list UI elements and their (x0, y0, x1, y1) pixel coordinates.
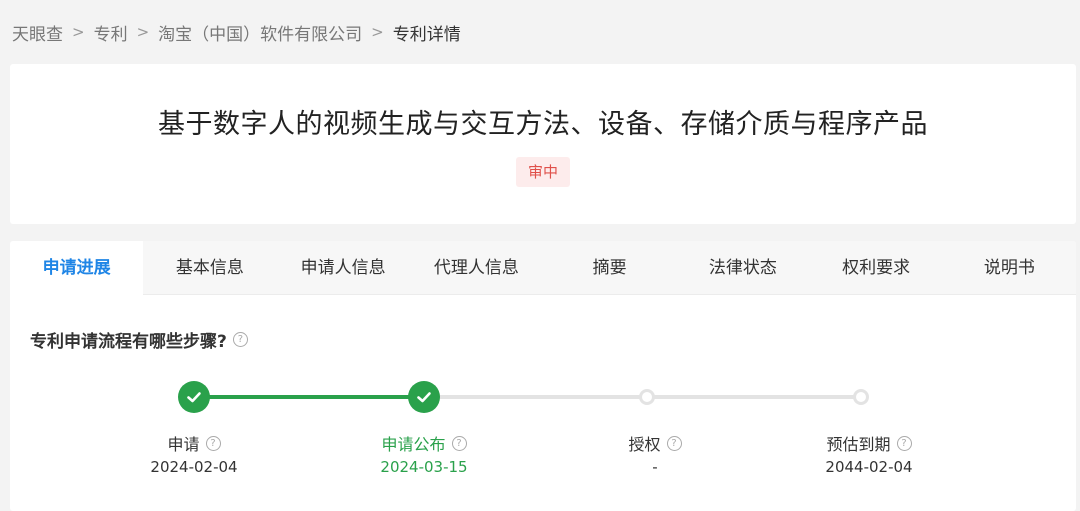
tab-claims[interactable]: 权利要求 (810, 241, 943, 295)
tab-abstract[interactable]: 摘要 (543, 241, 676, 295)
step-label-publish: 申请公布 ? (344, 431, 504, 455)
progress-track-done (194, 395, 426, 399)
step-node-expiry (853, 389, 869, 405)
tab-applicant-info[interactable]: 申请人信息 (277, 241, 410, 295)
tab-basic-info[interactable]: 基本信息 (143, 241, 276, 295)
help-icon[interactable]: ? (896, 435, 912, 451)
tab-bar: 申请进展 基本信息 申请人信息 代理人信息 摘要 法律状态 权利要求 说明书 (10, 241, 1076, 295)
breadcrumb: 天眼查 > 专利 > 淘宝（中国）软件有限公司 > 专利详情 (0, 0, 1080, 64)
step-label-text: 申请 (167, 435, 200, 454)
breadcrumb-item-tianyancha[interactable]: 天眼查 (12, 20, 63, 45)
patent-detail-card: 申请进展 基本信息 申请人信息 代理人信息 摘要 法律状态 权利要求 说明书 专… (10, 241, 1076, 511)
chevron-right-icon: > (72, 23, 85, 41)
step-date-publish: 2024-03-15 (380, 458, 468, 476)
step-node-grant (639, 389, 655, 405)
chevron-right-icon: > (371, 23, 384, 41)
step-label-text: 申请公布 (381, 435, 446, 454)
tab-legal-status[interactable]: 法律状态 (676, 241, 809, 295)
step-label-text: 预估到期 (826, 435, 891, 454)
check-icon (187, 392, 201, 403)
help-icon[interactable]: ? (205, 435, 221, 451)
help-icon[interactable]: ? (232, 332, 248, 347)
step-date-apply: 2024-02-04 (150, 458, 238, 476)
help-icon[interactable]: ? (666, 435, 682, 451)
step-label-text: 授权 (628, 435, 661, 454)
status-badge: 审中 (516, 157, 570, 187)
step-date-expiry: 2044-02-04 (825, 458, 913, 476)
step-node-publish (408, 381, 440, 413)
progress-heading-text: 专利申请流程有哪些步骤? (30, 332, 227, 352)
tab-description[interactable]: 说明书 (943, 241, 1076, 295)
breadcrumb-item-current: 专利详情 (392, 24, 461, 45)
step-label-grant: 授权 ? (575, 431, 735, 455)
breadcrumb-item-patent[interactable]: 专利 (94, 20, 128, 45)
help-icon[interactable]: ? (451, 435, 467, 451)
step-date-grant: - (652, 458, 658, 476)
step-label-expiry: 预估到期 ? (789, 431, 949, 455)
progress-track-pending-2 (647, 395, 861, 399)
patent-header-card: 基于数字人的视频生成与交互方法、设备、存储介质与程序产品 审中 (10, 64, 1076, 224)
tab-agent-info[interactable]: 代理人信息 (410, 241, 543, 295)
progress-track-pending-1 (426, 395, 647, 399)
patent-title: 基于数字人的视频生成与交互方法、设备、存储介质与程序产品 (158, 109, 928, 140)
tab-application-progress[interactable]: 申请进展 (10, 241, 144, 295)
chevron-right-icon: > (136, 23, 150, 41)
check-icon (417, 392, 431, 403)
breadcrumb-item-company[interactable]: 淘宝（中国）软件有限公司 (158, 20, 362, 45)
step-label-apply: 申请 ? (114, 431, 274, 455)
step-node-apply (178, 381, 210, 413)
progress-heading: 专利申请流程有哪些步骤? ? (30, 327, 248, 352)
